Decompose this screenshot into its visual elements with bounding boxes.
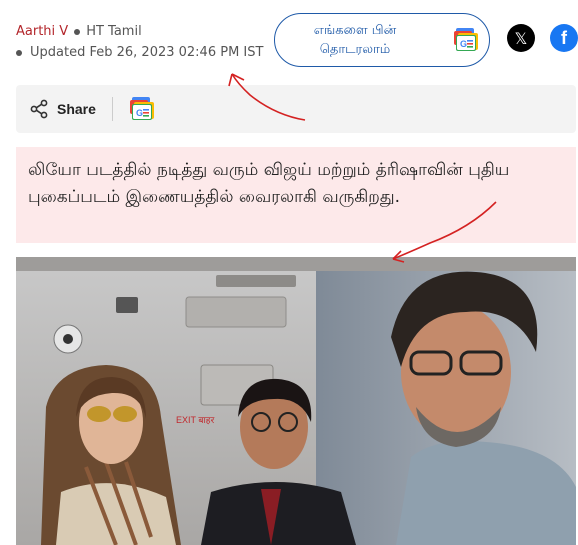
byline: Aarthi V HT Tamil — [16, 24, 142, 39]
separator-dot — [74, 28, 81, 35]
follow-label: எங்களை பின் தொடரலாம் — [313, 23, 397, 57]
updated-line: Updated Feb 26, 2023 02:46 PM IST — [16, 45, 263, 60]
share-icon[interactable] — [29, 99, 49, 119]
article-summary: லியோ படத்தில் நடித்து வரும் விஜய் மற்றும… — [16, 147, 576, 243]
share-bar: Share G — [16, 85, 576, 133]
x-share-icon[interactable]: 𝕏 — [507, 24, 535, 52]
source-name: HT Tamil — [86, 24, 142, 39]
follow-google-news-button[interactable]: எங்களை பின் தொடரலாம் G — [274, 13, 490, 67]
updated-timestamp: Updated Feb 26, 2023 02:46 PM IST — [30, 45, 264, 60]
exit-sign: EXIT बाहर — [176, 415, 215, 425]
updated-dot — [16, 49, 22, 56]
svg-text:G: G — [136, 108, 143, 118]
share-divider — [111, 97, 113, 121]
author-name[interactable]: Aarthi V — [16, 24, 68, 39]
share-button[interactable]: Share — [57, 101, 96, 117]
svg-text:G: G — [460, 39, 467, 49]
photo-illustration: EXIT बाहर — [16, 257, 576, 545]
google-news-icon: G — [454, 28, 478, 51]
facebook-share-icon[interactable]: f — [550, 24, 578, 52]
article-photo[interactable]: EXIT बाहर — [16, 257, 576, 545]
google-news-icon[interactable]: G — [129, 97, 155, 121]
